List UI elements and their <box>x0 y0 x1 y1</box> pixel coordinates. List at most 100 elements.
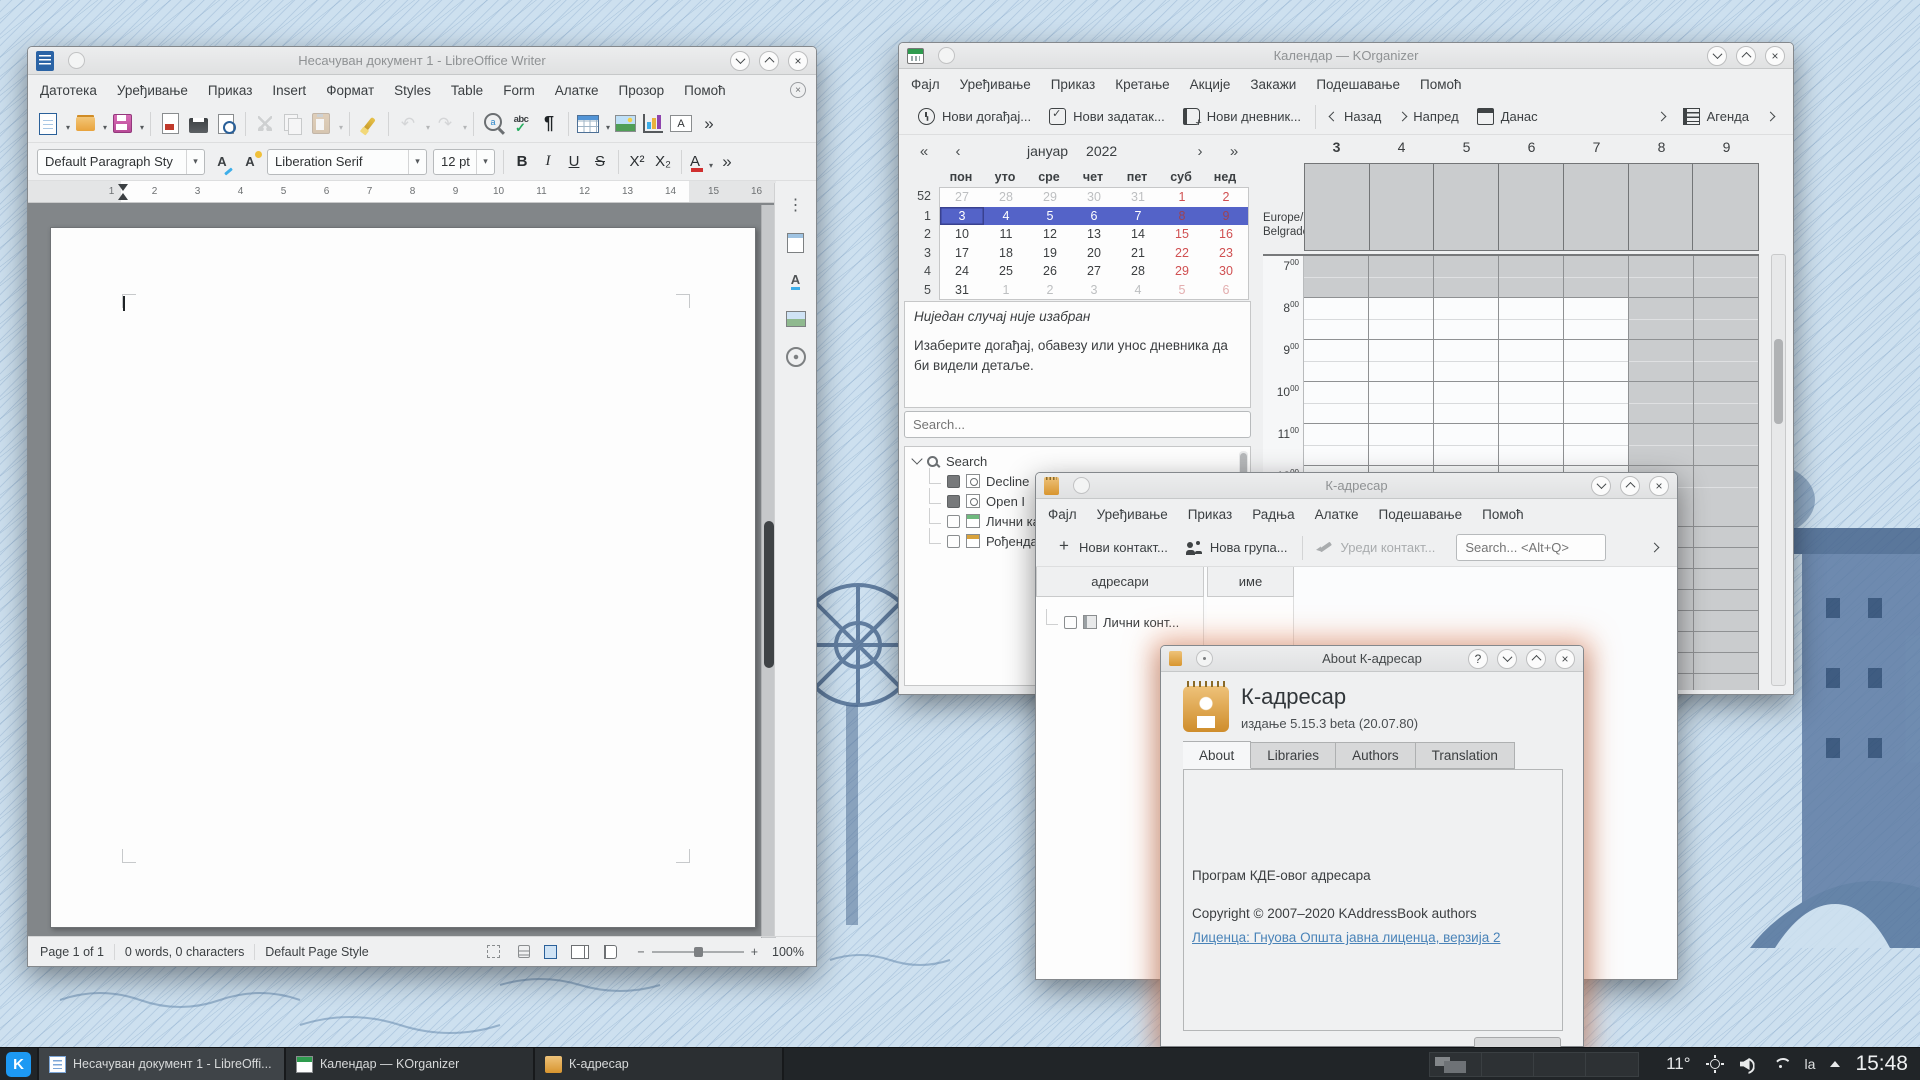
menu-item[interactable]: Уређивање <box>117 83 188 98</box>
agenda-cell[interactable] <box>1434 298 1499 340</box>
scrollbar-thumb[interactable] <box>764 521 774 668</box>
menu-item[interactable]: Приказ <box>208 83 253 98</box>
volume-icon[interactable] <box>1739 1055 1757 1073</box>
agenda-cell[interactable] <box>1629 424 1694 466</box>
copy-icon[interactable] <box>279 110 307 138</box>
taskbar-task[interactable]: Несачуван документ 1 - LibreOffi... <box>37 1048 286 1080</box>
new-style-icon[interactable] <box>236 148 264 176</box>
strikethrough-button[interactable]: S <box>587 149 613 175</box>
mini-calendar-day[interactable]: 31 <box>940 281 984 300</box>
close-button[interactable]: × <box>1649 476 1669 496</box>
menu-item[interactable]: Прозор <box>619 83 665 98</box>
agenda-cell[interactable] <box>1694 466 1759 508</box>
menu-item[interactable]: Радња <box>1252 507 1294 522</box>
kaddressbook-titlebar[interactable]: К-адресар × <box>1036 473 1677 499</box>
agenda-cell[interactable] <box>1304 298 1369 340</box>
writer-titlebar[interactable]: Несачуван документ 1 - LibreOffice Write… <box>28 47 816 75</box>
all-day-cell[interactable] <box>1305 164 1370 250</box>
all-day-cell[interactable] <box>1434 164 1499 250</box>
menu-item[interactable]: Подешавање <box>1316 77 1400 92</box>
multi-page-view-icon[interactable] <box>571 945 584 959</box>
previous-month-button[interactable]: ‹ <box>941 143 975 160</box>
agenda-day-header[interactable]: 9 <box>1694 135 1759 161</box>
agenda-cell[interactable] <box>1694 424 1759 466</box>
clock[interactable]: 15:48 <box>1855 1052 1908 1076</box>
more-toolbar-icon[interactable] <box>695 110 723 138</box>
agenda-cell[interactable] <box>1304 256 1369 298</box>
agenda-cell[interactable] <box>1694 340 1759 382</box>
taskbar-task[interactable]: К-адресар <box>535 1048 784 1080</box>
styles-icon[interactable] <box>784 269 808 293</box>
mini-calendar-day[interactable]: 6 <box>1072 207 1116 226</box>
month-label[interactable]: јануар <box>1027 143 1068 159</box>
agenda-cell[interactable] <box>1434 424 1499 466</box>
agenda-day-header[interactable]: 5 <box>1434 135 1499 161</box>
bold-button[interactable]: B <box>509 149 535 175</box>
addressbook-item[interactable]: Лични конт... <box>1036 611 1203 633</box>
horizontal-ruler[interactable]: 12345678910111213141516 <box>28 181 816 203</box>
properties-icon[interactable] <box>784 231 808 255</box>
agenda-day-header[interactable]: 4 <box>1369 135 1434 161</box>
subscript-button[interactable]: X₂ <box>650 149 676 175</box>
mini-calendar-day[interactable]: 28 <box>1116 262 1160 281</box>
minimize-button[interactable] <box>1591 476 1611 496</box>
chevron-down-icon[interactable] <box>476 150 494 174</box>
cut-icon[interactable] <box>251 110 279 138</box>
mini-calendar-day[interactable]: 16 <box>1204 225 1248 244</box>
mini-calendar-day[interactable]: 21 <box>1116 244 1160 263</box>
zoom-slider-handle[interactable] <box>694 947 703 957</box>
minimize-button[interactable] <box>1707 46 1727 66</box>
weather-temperature[interactable]: 11° <box>1666 1054 1690 1074</box>
zoom-slider[interactable] <box>652 951 744 953</box>
export-pdf-icon[interactable] <box>156 110 184 138</box>
desktop-3[interactable] <box>1534 1053 1586 1076</box>
mini-calendar-day[interactable]: 15 <box>1160 225 1204 244</box>
column-header-addressbooks[interactable]: адресари <box>1036 567 1204 597</box>
about-tab[interactable]: About <box>1183 741 1251 769</box>
mini-calendar-day[interactable]: 26 <box>1028 262 1072 281</box>
agenda-cell[interactable] <box>1369 298 1434 340</box>
mini-calendar-day[interactable]: 2 <box>1028 281 1072 300</box>
superscript-button[interactable]: X² <box>624 149 650 175</box>
find-replace-icon[interactable] <box>479 110 507 138</box>
mini-calendar-day[interactable]: 27 <box>940 188 984 207</box>
all-day-cell[interactable] <box>1564 164 1629 250</box>
agenda-cell[interactable] <box>1369 256 1434 298</box>
menu-item[interactable]: Датотека <box>40 83 97 98</box>
forward-button[interactable]: Напред <box>1390 102 1467 132</box>
agenda-cell[interactable] <box>1564 256 1629 298</box>
agenda-cell[interactable] <box>1499 424 1564 466</box>
redo-icon[interactable] <box>431 110 468 138</box>
mini-calendar-day[interactable]: 22 <box>1160 244 1204 263</box>
close-button[interactable]: × <box>1765 46 1785 66</box>
korganizer-titlebar[interactable]: Календар — KOrganizer × <box>899 43 1793 69</box>
mini-calendar-day[interactable]: 12 <box>1028 225 1072 244</box>
insert-chart-icon[interactable] <box>639 110 667 138</box>
maximize-button[interactable] <box>1526 649 1546 669</box>
scrollbar-thumb[interactable] <box>1774 339 1783 424</box>
insert-table-icon[interactable] <box>574 110 611 138</box>
maximize-button[interactable] <box>1736 46 1756 66</box>
mini-calendar-day[interactable]: 23 <box>1204 244 1248 263</box>
network-icon[interactable] <box>1772 1055 1790 1073</box>
clone-formatting-icon[interactable] <box>355 110 383 138</box>
paste-icon[interactable] <box>307 110 344 138</box>
agenda-cell[interactable] <box>1304 340 1369 382</box>
menu-item[interactable]: Формат <box>326 83 374 98</box>
mini-calendar-day[interactable]: 1 <box>984 281 1028 300</box>
zoom-in-button[interactable]: + <box>751 945 758 959</box>
agenda-cell[interactable] <box>1564 298 1629 340</box>
agenda-day-header[interactable]: 6 <box>1499 135 1564 161</box>
agenda-view-button[interactable]: Агенда <box>1674 102 1758 132</box>
update-style-icon[interactable] <box>208 148 236 176</box>
mini-calendar-day[interactable]: 17 <box>940 244 984 263</box>
previous-year-button[interactable]: « <box>907 143 941 160</box>
menu-item[interactable]: Фајл <box>911 77 940 92</box>
menu-item[interactable]: Помоћ <box>1420 77 1462 92</box>
calendar-search-input[interactable] <box>904 411 1251 438</box>
menu-item[interactable]: Form <box>503 83 535 98</box>
open-icon[interactable] <box>71 110 108 138</box>
taskbar-task[interactable]: Календар — KOrganizer <box>286 1048 535 1080</box>
menu-item[interactable]: Акције <box>1190 77 1231 92</box>
mini-calendar-day[interactable]: 25 <box>984 262 1028 281</box>
